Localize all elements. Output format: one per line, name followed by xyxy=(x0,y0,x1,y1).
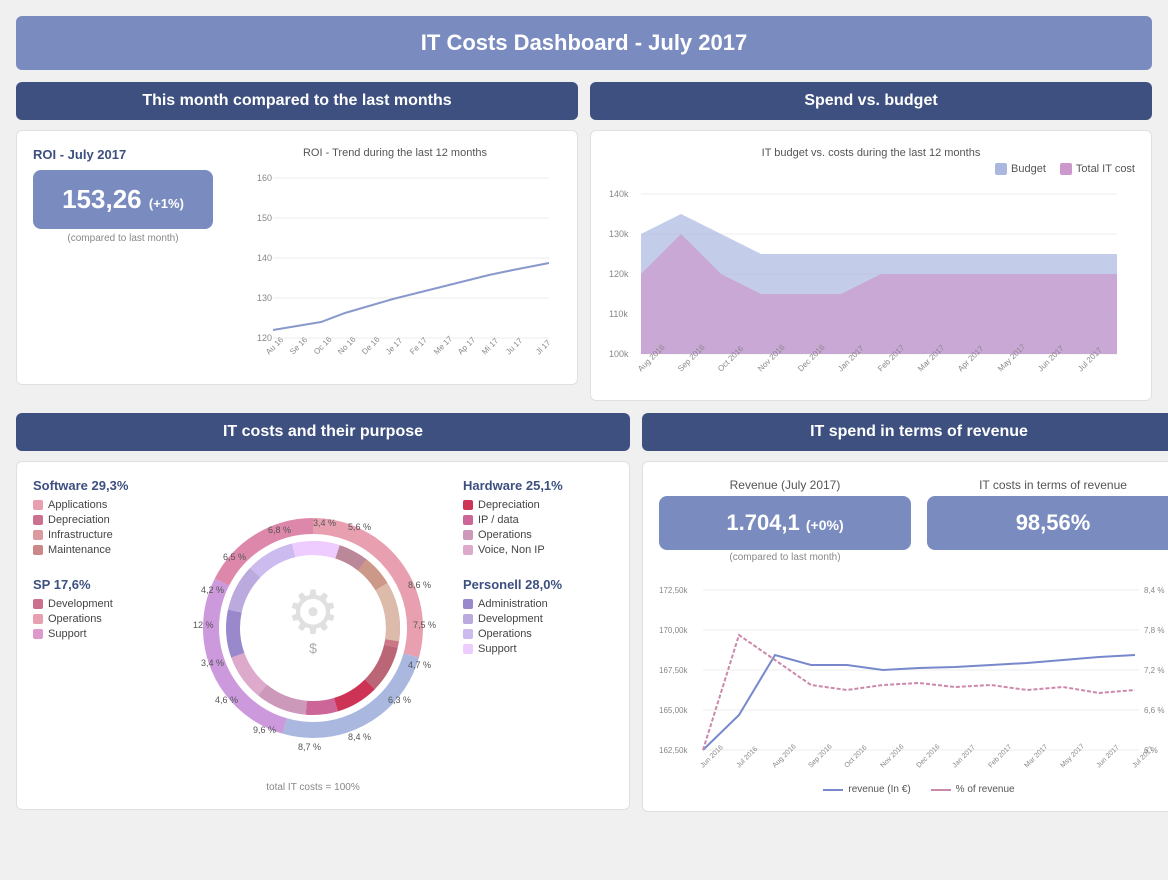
svg-text:162,50k: 162,50k xyxy=(659,746,688,755)
spend-chart-title: IT budget vs. costs during the last 12 m… xyxy=(607,147,1135,159)
spend-area-chart: 140k 130k 120k 110k 100k Aug 2016 Sep 20… xyxy=(607,179,1127,379)
roi-label: ROI - July 2017 xyxy=(33,147,213,162)
legend-revenue-line: revenue (In €) xyxy=(823,784,910,795)
roi-value: 153,26 xyxy=(62,184,142,214)
svg-text:172,50k: 172,50k xyxy=(659,586,688,595)
svg-text:3,4 %: 3,4 % xyxy=(201,658,224,668)
legend-total-it: Total IT cost xyxy=(1076,163,1135,175)
svg-text:Dec 2016: Dec 2016 xyxy=(915,743,941,769)
svg-text:Jl 17: Jl 17 xyxy=(534,338,553,357)
svg-text:7,2 %: 7,2 % xyxy=(1144,666,1164,675)
svg-text:Aug 2016: Aug 2016 xyxy=(771,743,797,769)
svg-text:167,50k: 167,50k xyxy=(659,666,688,675)
roi-line-chart: 160 150 140 130 120 xyxy=(229,163,559,363)
svg-text:Sep 2016: Sep 2016 xyxy=(807,743,833,769)
svg-text:6,8 %: 6,8 % xyxy=(268,525,291,535)
svg-text:130: 130 xyxy=(257,293,272,303)
personell-label: Personell 28,0% xyxy=(463,577,613,592)
svg-text:165,00k: 165,00k xyxy=(659,706,688,715)
svg-text:4,7 %: 4,7 % xyxy=(408,660,431,670)
svg-text:100k: 100k xyxy=(609,349,629,359)
bottom-right-header: IT spend in terms of revenue xyxy=(642,413,1168,451)
revenue-compared: (compared to last month) xyxy=(659,552,911,563)
roi-change: (+1%) xyxy=(149,196,184,211)
donut-note: total IT costs = 100% xyxy=(266,782,359,793)
svg-text:Mar 2017: Mar 2017 xyxy=(1023,743,1049,769)
svg-text:Me 17: Me 17 xyxy=(432,334,454,356)
svg-text:130k: 130k xyxy=(609,229,629,239)
revenue-value-box: 1.704,1 (+0%) xyxy=(659,496,911,550)
svg-text:150: 150 xyxy=(257,213,272,223)
roi-value-box: 153,26 (+1%) xyxy=(33,170,213,229)
svg-text:Mi 17: Mi 17 xyxy=(480,336,501,357)
svg-text:8,4 %: 8,4 % xyxy=(348,732,371,742)
svg-text:12 %: 12 % xyxy=(193,620,214,630)
svg-text:4,6 %: 4,6 % xyxy=(215,695,238,705)
svg-text:8,4 %: 8,4 % xyxy=(1144,586,1164,595)
svg-text:Feb 2017: Feb 2017 xyxy=(987,743,1013,769)
top-left-header: This month compared to the last months xyxy=(16,82,578,120)
svg-text:Je 17: Je 17 xyxy=(384,336,405,357)
svg-text:8,7 %: 8,7 % xyxy=(298,742,321,752)
svg-text:Msy 2017: Msy 2017 xyxy=(1059,743,1085,769)
revenue-value: 1.704,1 xyxy=(726,510,799,535)
svg-text:3,4 %: 3,4 % xyxy=(313,518,336,528)
svg-text:6,6 %: 6,6 % xyxy=(1144,706,1164,715)
svg-text:Jan 2017: Jan 2017 xyxy=(951,744,976,769)
software-label: Software 29,3% xyxy=(33,478,163,493)
svg-text:4,2 %: 4,2 % xyxy=(201,585,224,595)
svg-text:140k: 140k xyxy=(609,189,629,199)
costs-value-box: 98,56% xyxy=(927,496,1168,550)
svg-text:6,5 %: 6,5 % xyxy=(223,552,246,562)
svg-text:$: $ xyxy=(309,640,317,656)
donut-chart: ⚙ $ xyxy=(173,478,453,778)
svg-text:160: 160 xyxy=(257,173,272,183)
svg-text:Nov 2016: Nov 2016 xyxy=(879,743,905,769)
legend-pct-line: % of revenue xyxy=(931,784,1015,795)
svg-text:170,00k: 170,00k xyxy=(659,626,688,635)
svg-text:120: 120 xyxy=(257,333,272,343)
top-right-header: Spend vs. budget xyxy=(590,82,1152,120)
svg-text:5,6 %: 5,6 % xyxy=(348,522,371,532)
svg-text:⚙: ⚙ xyxy=(286,579,340,646)
svg-text:140: 140 xyxy=(257,253,272,263)
revenue-label: Revenue (July 2017) xyxy=(659,478,911,492)
svg-text:110k: 110k xyxy=(609,309,628,319)
svg-text:Oct 2016: Oct 2016 xyxy=(843,744,868,769)
svg-text:6,3 %: 6,3 % xyxy=(388,695,411,705)
svg-text:9,6 %: 9,6 % xyxy=(253,725,276,735)
revenue-chart: 172,50k 170,00k 167,50k 165,00k 162,50k … xyxy=(659,575,1168,775)
svg-text:7,5 %: 7,5 % xyxy=(413,620,436,630)
revenue-change: (+0%) xyxy=(806,517,844,533)
roi-compared: (compared to last month) xyxy=(33,233,213,244)
page-title: IT Costs Dashboard - July 2017 xyxy=(16,16,1152,70)
costs-value: 98,56% xyxy=(1016,510,1091,535)
bottom-left-header: IT costs and their purpose xyxy=(16,413,630,451)
roi-chart-title: ROI - Trend during the last 12 months xyxy=(229,147,561,159)
sp-label: SP 17,6% xyxy=(33,577,163,592)
svg-text:120k: 120k xyxy=(609,269,629,279)
hardware-label: Hardware 25,1% xyxy=(463,478,613,493)
svg-text:8,6 %: 8,6 % xyxy=(408,580,431,590)
svg-text:Jun 2017: Jun 2017 xyxy=(1095,744,1120,769)
svg-text:Ju 17: Ju 17 xyxy=(504,336,525,357)
svg-text:7,8 %: 7,8 % xyxy=(1144,626,1164,635)
costs-revenue-label: IT costs in terms of revenue xyxy=(927,478,1168,492)
legend-budget: Budget xyxy=(1011,163,1046,175)
svg-text:Jul 2016: Jul 2016 xyxy=(735,746,759,770)
